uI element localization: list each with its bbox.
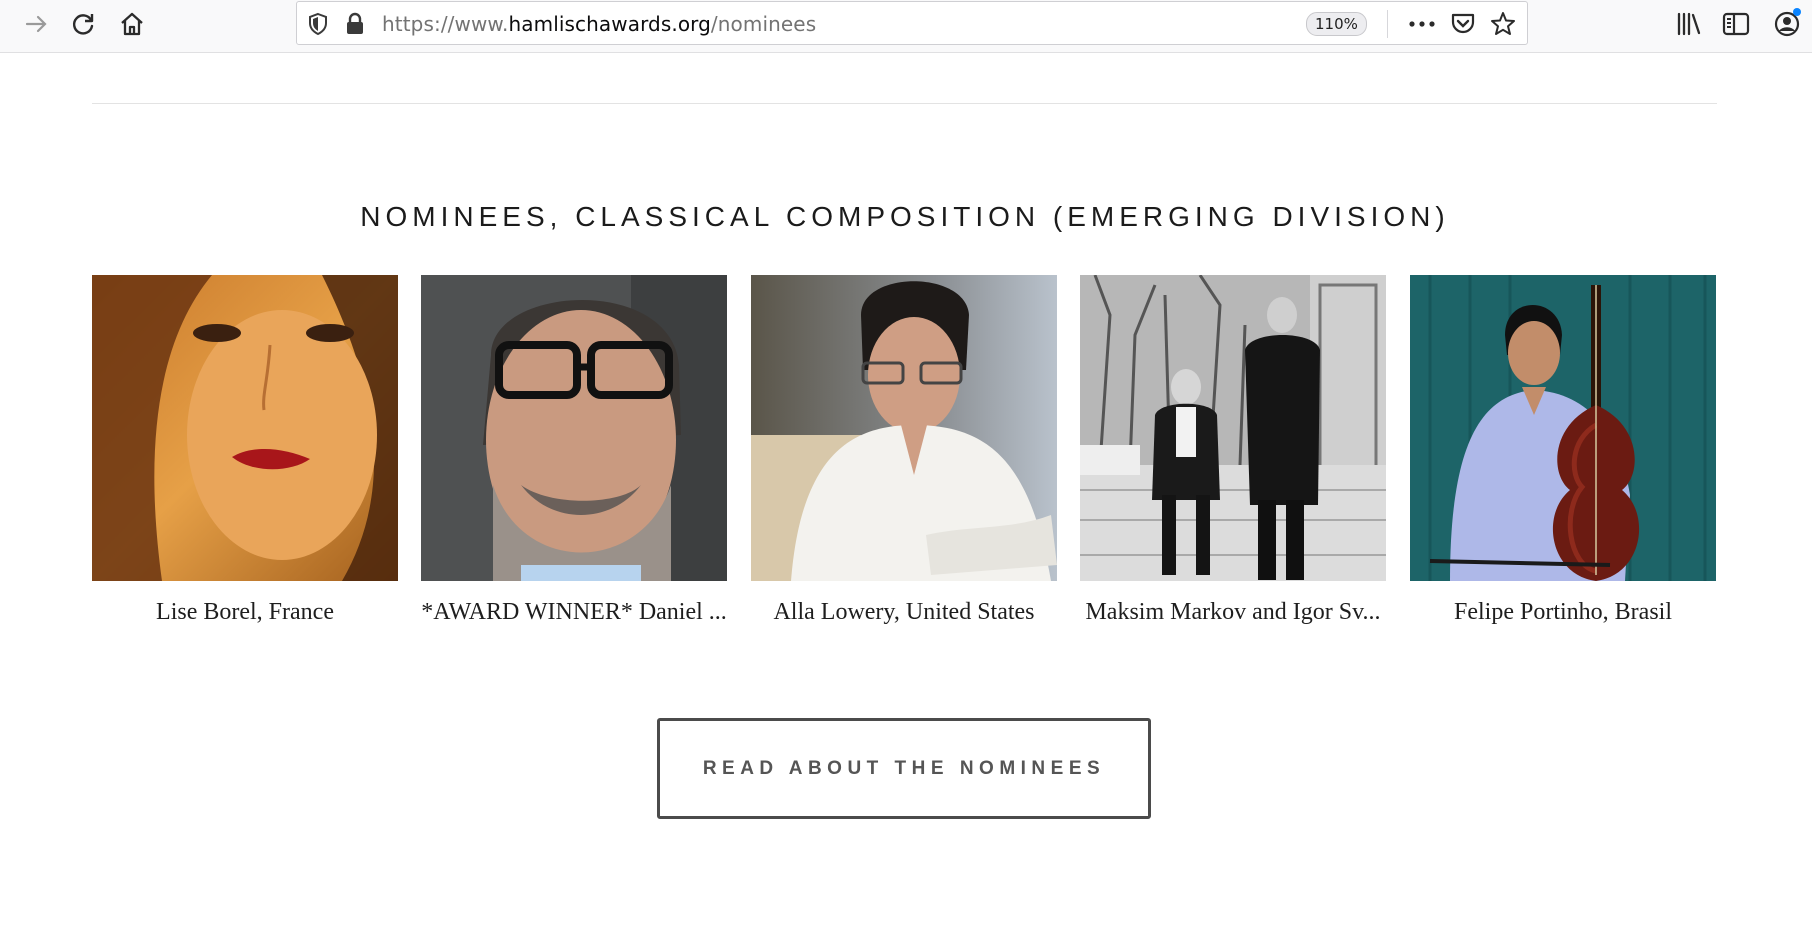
nominee-name[interactable]: *AWARD WINNER* Daniel ...	[421, 599, 727, 626]
notification-dot	[1793, 8, 1801, 16]
url-path: /nominees	[710, 12, 817, 36]
nominee-card[interactable]: Alla Lowery, United States	[751, 275, 1057, 626]
tracking-shield-icon[interactable]	[307, 12, 329, 36]
portrait-image	[1080, 275, 1386, 581]
nominee-photo[interactable]	[421, 275, 727, 581]
library-icon	[1677, 12, 1701, 36]
bookmark-star-icon[interactable]	[1490, 11, 1516, 37]
nominee-photo[interactable]	[1080, 275, 1386, 581]
back-arrow-icon	[0, 6, 14, 42]
portrait-image	[1410, 275, 1716, 581]
back-button[interactable]	[0, 6, 18, 42]
nominee-photo[interactable]	[1410, 275, 1716, 581]
read-about-nominees-button[interactable]: READ ABOUT THE NOMINEES	[657, 718, 1151, 819]
nominee-card[interactable]: Lise Borel, France	[92, 275, 398, 626]
library-button[interactable]	[1670, 6, 1708, 42]
zoom-level-badge[interactable]: 110%	[1306, 12, 1367, 36]
nominee-name[interactable]: Alla Lowery, United States	[751, 599, 1057, 626]
sidebar-icon	[1722, 12, 1750, 36]
section-title: NOMINEES, CLASSICAL COMPOSITION (EMERGIN…	[360, 201, 1450, 233]
nominee-name[interactable]: Lise Borel, France	[92, 599, 398, 626]
sidebar-button[interactable]	[1717, 6, 1755, 42]
portrait-image	[92, 275, 398, 581]
nominee-name[interactable]: Felipe Portinho, Brasil	[1410, 599, 1716, 626]
url-domain: hamlischawards.org	[508, 12, 711, 36]
nominee-card[interactable]: Felipe Portinho, Brasil	[1410, 275, 1716, 626]
nominee-grid: Lise Borel, France *AWARD WINNER* Daniel…	[92, 275, 1717, 635]
nominee-photo[interactable]	[92, 275, 398, 581]
portrait-image	[421, 275, 727, 581]
home-button[interactable]	[113, 6, 151, 42]
url-bar[interactable]: https://www.hamlischawards.org/nominees …	[296, 1, 1528, 45]
portrait-image	[751, 275, 1057, 581]
nominee-card[interactable]: *AWARD WINNER* Daniel ...	[421, 275, 727, 626]
reload-icon	[72, 14, 94, 35]
forward-arrow-icon	[25, 15, 47, 33]
nominee-photo[interactable]	[751, 275, 1057, 581]
section-divider	[92, 103, 1717, 104]
url-text[interactable]: https://www.hamlischawards.org/nominees	[382, 12, 816, 36]
forward-button[interactable]	[18, 6, 56, 42]
reload-button[interactable]	[65, 6, 103, 42]
more-dots-icon[interactable]	[1408, 20, 1436, 28]
pocket-icon[interactable]	[1450, 11, 1476, 37]
nominee-name[interactable]: Maksim Markov and Igor Sv...	[1080, 599, 1386, 626]
urlbar-separator	[1387, 10, 1388, 38]
browser-toolbar: https://www.hamlischawards.org/nominees …	[0, 0, 1812, 53]
lock-icon[interactable]	[345, 12, 365, 36]
url-scheme: https://www.	[382, 12, 509, 36]
home-icon	[121, 12, 143, 36]
nominee-card[interactable]: Maksim Markov and Igor Sv...	[1080, 275, 1386, 626]
